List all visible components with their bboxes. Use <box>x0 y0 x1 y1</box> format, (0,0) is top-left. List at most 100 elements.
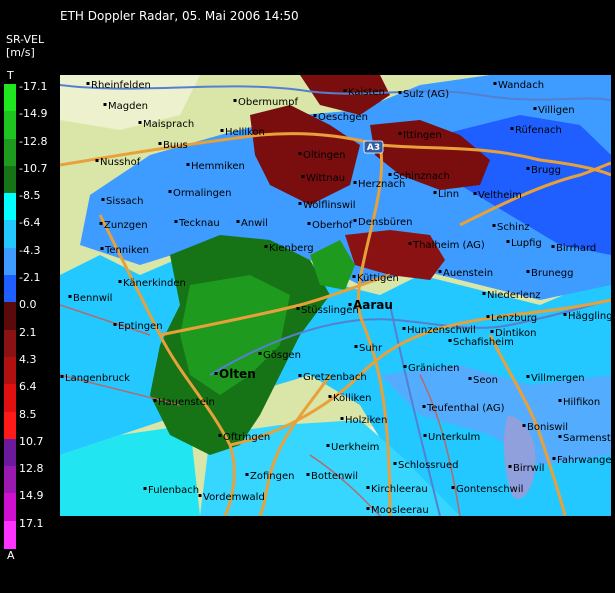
place-marker <box>398 132 402 135</box>
place-label: Seon <box>473 375 498 386</box>
legend-tick-label: 12.8 <box>19 462 44 476</box>
place-marker <box>298 202 302 205</box>
place-label: Wölflinswil <box>303 200 356 211</box>
place-marker <box>482 292 486 295</box>
place-marker <box>398 91 402 94</box>
place-marker <box>353 181 357 184</box>
place-marker <box>99 222 103 225</box>
place-marker <box>526 167 530 170</box>
place-marker <box>236 220 240 223</box>
place-marker <box>340 417 344 420</box>
legend-bottom-marker: A <box>7 549 15 562</box>
place-marker <box>448 339 452 342</box>
place-marker <box>393 462 397 465</box>
legend-top-marker: T <box>7 69 14 82</box>
place-label: Uerkheim <box>331 442 379 453</box>
place-marker <box>258 352 262 355</box>
place-label: Niederlenz <box>487 290 541 301</box>
place-label: Wandach <box>498 80 544 91</box>
svg-text:A3: A3 <box>367 143 380 153</box>
place-marker <box>220 129 224 132</box>
place-marker <box>298 374 302 377</box>
place-label: Vordemwald <box>203 492 265 503</box>
legend-tick-label: -12.8 <box>19 134 48 148</box>
place-marker <box>526 270 530 273</box>
place-label: Buus <box>163 140 188 151</box>
legend-swatch <box>4 466 16 495</box>
place-label: Kienberg <box>269 243 314 254</box>
place-label: Anwil <box>241 218 268 229</box>
place-label: Schinz <box>497 222 530 233</box>
legend-variable: SR-VEL <box>6 33 45 46</box>
place-marker <box>306 473 310 476</box>
place-label: Villigen <box>538 105 575 116</box>
place-label: Gränichen <box>408 363 459 374</box>
place-label: Gösgen <box>263 350 301 361</box>
place-label: Kirchleerau <box>371 484 428 495</box>
place-marker <box>143 487 147 490</box>
place-marker <box>490 330 494 333</box>
place-label: Auenstein <box>443 268 493 279</box>
place-label: Nusshof <box>100 157 141 168</box>
legend-tick-label: 2.1 <box>19 325 37 339</box>
place-marker <box>103 103 107 106</box>
place-marker <box>508 465 512 468</box>
place-marker <box>113 323 117 326</box>
place-label: Tecknau <box>178 218 220 229</box>
place-marker <box>298 152 302 155</box>
place-label: Hauenstein <box>158 397 215 408</box>
legend-swatch <box>4 520 16 549</box>
place-marker <box>451 486 455 489</box>
legend-swatch <box>4 138 16 167</box>
place-marker <box>328 395 332 398</box>
place-marker <box>174 220 178 223</box>
place-label: Maisprach <box>143 119 194 130</box>
legend-swatch <box>4 302 16 331</box>
place-marker <box>326 444 330 447</box>
place-marker <box>468 377 472 380</box>
legend-tick-label: 10.7 <box>19 434 44 448</box>
place-marker <box>433 191 437 194</box>
place-marker <box>563 313 567 316</box>
place-marker <box>343 89 347 92</box>
place-marker <box>168 190 172 193</box>
place-label: Boniswil <box>527 422 568 433</box>
place-marker <box>402 327 406 330</box>
place-label: Linn <box>438 189 459 200</box>
place-marker <box>301 175 305 178</box>
place-marker <box>353 219 357 222</box>
place-label: Unterkulm <box>428 432 480 443</box>
place-label: Bennwil <box>73 293 112 304</box>
place-label: Zunzgen <box>104 220 148 231</box>
place-label: Magden <box>108 101 148 112</box>
place-marker <box>186 163 190 166</box>
legend-swatch <box>4 411 16 440</box>
place-marker <box>138 121 142 124</box>
radar-title: ETH Doppler Radar, 05. Mai 2006 14:50 <box>60 9 299 23</box>
place-label: Hägglingen <box>568 311 611 322</box>
place-marker <box>60 375 64 378</box>
legend-tick-label: 0.0 <box>19 298 37 312</box>
place-label: Fulenbach <box>148 485 199 496</box>
place-label: Suhr <box>359 343 383 354</box>
legend-swatch <box>4 329 16 358</box>
place-label: Hilfikon <box>563 397 600 408</box>
place-marker <box>153 399 157 402</box>
place-marker <box>233 99 237 102</box>
place-label: Sulz (AG) <box>403 89 449 100</box>
place-label: Hemmiken <box>191 161 245 172</box>
place-label: Ittingen <box>403 130 442 141</box>
place-label: Stüsslingen <box>301 305 359 316</box>
radar-map[interactable]: A3 Rheinfelden Magden Obermumpf Kaisten Sulz… <box>60 75 611 516</box>
place-label: Sarmenstorf <box>563 433 611 444</box>
place-label: Küttigen <box>357 273 399 284</box>
place-marker <box>366 507 370 510</box>
place-marker <box>510 127 514 130</box>
place-marker <box>68 295 72 298</box>
place-marker <box>100 247 104 250</box>
place-label: Zofingen <box>250 471 294 482</box>
place-label: Oeschgen <box>318 112 368 123</box>
legend-tick-label: 14.9 <box>19 489 44 503</box>
place-label: Hellikon <box>225 127 265 138</box>
place-marker <box>354 345 358 348</box>
